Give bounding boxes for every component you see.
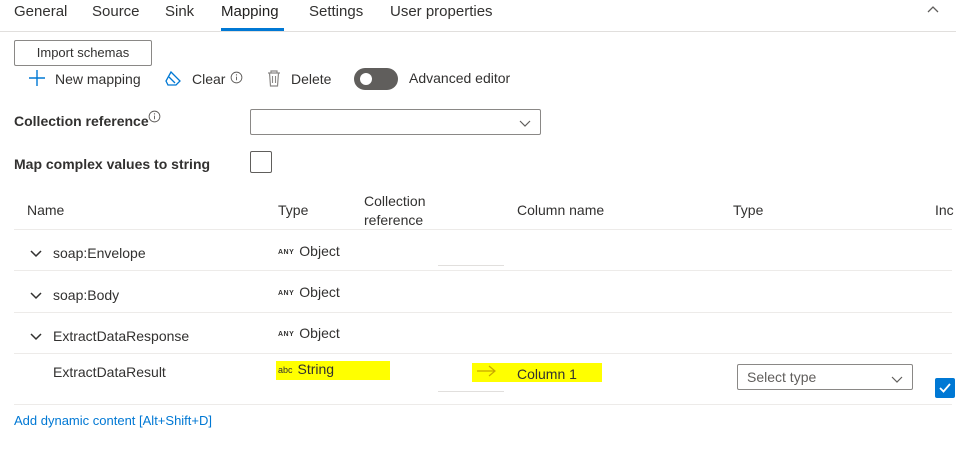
divider (14, 353, 952, 354)
map-complex-checkbox[interactable] (250, 151, 272, 173)
header-sink-type: Type (733, 202, 764, 218)
tab-mapping[interactable]: Mapping (221, 3, 279, 20)
row-type: ANY Object (278, 243, 340, 259)
row-name: ExtractDataResult (53, 364, 166, 380)
row-type-label: String (297, 361, 335, 377)
clear-button[interactable]: Clear (164, 68, 251, 90)
import-schemas-button[interactable]: Import schemas (14, 40, 152, 66)
header-collection-reference-line1: Collection (364, 193, 426, 209)
row-type-label: Object (299, 325, 340, 341)
divider (14, 312, 952, 313)
clear-label: Clear (192, 71, 226, 87)
header-name: Name (27, 202, 65, 218)
any-type-icon: ANY (278, 290, 295, 297)
collection-reference-cell[interactable] (438, 391, 504, 392)
arrow-right-icon (476, 364, 498, 383)
tab-settings[interactable]: Settings (309, 3, 363, 20)
row-name: ExtractDataResponse (53, 328, 190, 344)
toggle-knob (360, 73, 372, 85)
collection-reference-cell[interactable] (438, 265, 504, 266)
row-type-label: Object (299, 243, 340, 259)
header-include: Inc (935, 202, 954, 218)
delete-label: Delete (291, 71, 332, 87)
any-type-icon: ANY (278, 249, 295, 256)
divider (14, 404, 952, 405)
row-type: ANY Object (278, 284, 340, 300)
advanced-editor-toggle[interactable] (354, 68, 398, 90)
new-mapping-label: New mapping (55, 71, 141, 87)
chevron-down-icon (519, 116, 531, 134)
info-icon[interactable] (230, 71, 251, 87)
sink-type-dropdown[interactable]: Select type (737, 364, 913, 390)
divider (14, 270, 952, 271)
row-type-label: Object (299, 284, 340, 300)
header-column-name: Column name (517, 202, 605, 218)
any-type-icon: ANY (278, 331, 295, 338)
collection-reference-label: Collection reference (14, 113, 149, 129)
delete-button[interactable]: Delete (265, 68, 331, 90)
collection-reference-dropdown[interactable] (250, 109, 541, 135)
chevron-down-icon[interactable] (29, 329, 43, 347)
eraser-icon (164, 68, 192, 91)
plus-icon (27, 68, 55, 91)
advanced-editor-label: Advanced editor (409, 70, 511, 86)
add-dynamic-content-link[interactable]: Add dynamic content [Alt+Shift+D] (14, 413, 212, 428)
chevron-down-icon[interactable] (29, 288, 43, 306)
divider (14, 229, 952, 230)
map-complex-label: Map complex values to string (14, 156, 211, 172)
info-icon[interactable] (148, 110, 161, 128)
row-type: abc String (278, 361, 334, 377)
trash-icon (265, 68, 291, 91)
checkmark-icon (938, 381, 952, 400)
row-name: soap:Envelope (53, 245, 146, 261)
string-type-icon: abc (278, 365, 293, 375)
chevron-up-icon[interactable] (925, 2, 943, 18)
tab-general[interactable]: General (14, 3, 67, 20)
column-name-value[interactable]: Column 1 (517, 366, 577, 382)
tab-bar: General Source Sink Mapping Settings Use… (0, 0, 956, 32)
chevron-down-icon[interactable] (29, 246, 43, 264)
row-type: ANY Object (278, 325, 340, 341)
header-collection-reference-line2: reference (364, 212, 424, 228)
row-name: soap:Body (53, 287, 120, 303)
tab-sink[interactable]: Sink (165, 3, 194, 20)
sink-type-placeholder: Select type (747, 369, 817, 385)
new-mapping-button[interactable]: New mapping (27, 68, 141, 90)
tab-user-properties[interactable]: User properties (390, 3, 493, 20)
include-checkbox[interactable] (935, 378, 955, 398)
chevron-down-icon (891, 372, 903, 390)
header-type: Type (278, 202, 309, 218)
active-tab-indicator (221, 28, 284, 31)
tab-source[interactable]: Source (92, 3, 140, 20)
